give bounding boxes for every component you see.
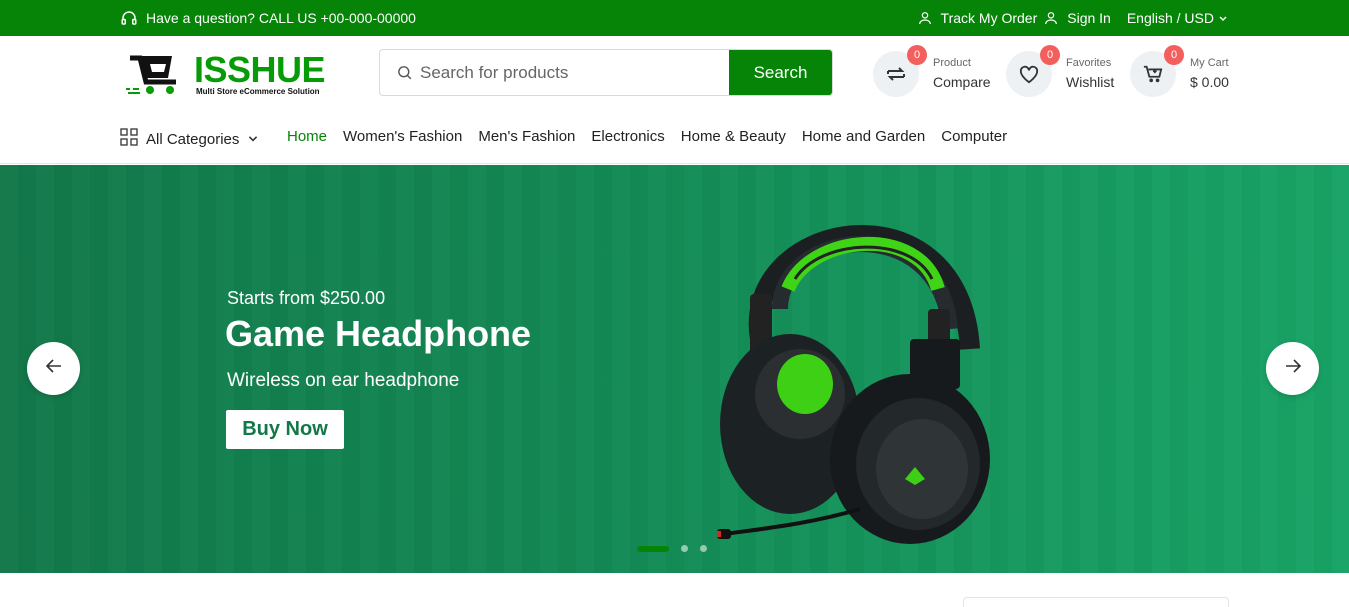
nav-item-home-garden[interactable]: Home and Garden [802,128,925,145]
hero-slider: Starts from $250.00 Game Headphone Wirel… [0,165,1349,573]
slider-pagination [637,545,707,552]
sign-in-link[interactable]: Sign In [1043,10,1111,26]
slider-dot[interactable] [681,545,688,552]
cart-small-label: My Cart [1190,57,1229,69]
compare-arrows-icon [887,67,905,81]
site-logo[interactable]: ISSHUE Multi Store eCommerce Solution [124,50,334,98]
hero-title: Game Headphone [225,313,532,354]
headphone-image [717,224,990,544]
slider-dot[interactable] [637,545,669,552]
arrow-right-icon [1284,357,1302,380]
contact-info: Have a question? CALL US +00-000-00000 [120,0,416,36]
user-icon [1043,10,1059,26]
search-icon [380,50,420,95]
search-button[interactable]: Search [729,50,832,95]
heart-icon [1019,65,1039,84]
logo-brand: ISSHUE [194,49,326,90]
cart-button[interactable]: 0 My Cart $ 0.00 [1130,45,1229,98]
compare-icon-wrap: 0 [873,45,927,97]
track-order-link[interactable]: Track My Order [917,10,1038,26]
all-categories-dropdown[interactable]: All Categories [120,128,259,150]
language-currency-selector[interactable]: English / USD [1127,10,1228,26]
slider-dot[interactable] [700,545,707,552]
cart-icon-wrap: 0 [1130,45,1184,97]
buy-now-button[interactable]: Buy Now [226,410,344,449]
logo-tagline: Multi Store eCommerce Solution [196,87,320,96]
site-header: ISSHUE Multi Store eCommerce Solution Se… [0,36,1349,112]
nav-item-electronics[interactable]: Electronics [591,128,664,145]
nav-item-computer[interactable]: Computer [941,128,1007,145]
compare-small-label: Product [933,57,971,69]
compare-count-badge: 0 [907,45,927,65]
wishlist-icon-wrap: 0 [1006,45,1060,97]
cart-total: $ 0.00 [1190,74,1229,90]
hero-kicker: Starts from $250.00 [227,288,386,308]
nav-item-home-beauty[interactable]: Home & Beauty [681,128,786,145]
language-label: English / USD [1126,10,1214,26]
all-categories-label: All Categories [146,130,240,148]
slider-next-button[interactable] [1266,342,1319,395]
nav-item-mens-fashion[interactable]: Men's Fashion [478,128,575,145]
chevron-down-icon [1218,13,1228,23]
cart-count-badge: 0 [1164,45,1184,65]
arrow-left-icon [45,357,63,380]
wishlist-button[interactable]: 0 Favorites Wishlist [1006,45,1115,98]
sign-in-label: Sign In [1067,10,1111,26]
contact-text: Have a question? CALL US +00-000-00000 [146,10,416,26]
content-card-edge [963,597,1229,607]
compare-button[interactable]: 0 Product Compare [873,45,991,98]
cart-logo-icon [126,55,176,94]
top-bar: Have a question? CALL US +00-000-00000 T… [0,0,1349,36]
grid-icon [120,128,138,150]
main-nav: All Categories Home Women's Fashion Men'… [0,112,1349,164]
cart-icon [1143,65,1163,83]
compare-label: Compare [933,74,991,90]
headset-icon [120,9,138,27]
wishlist-count-badge: 0 [1040,45,1060,65]
nav-item-womens-fashion[interactable]: Women's Fashion [343,128,462,145]
search-input[interactable] [420,50,729,95]
hero-subtitle: Wireless on ear headphone [227,370,460,391]
wishlist-small-label: Favorites [1066,57,1112,69]
search-bar: Search [379,49,833,96]
chevron-down-icon [247,131,259,148]
nav-menu: Home Women's Fashion Men's Fashion Elect… [287,128,1007,145]
track-order-label: Track My Order [940,10,1038,26]
nav-item-home[interactable]: Home [287,128,327,145]
wishlist-label: Wishlist [1066,74,1115,90]
user-icon [917,10,933,26]
slider-prev-button[interactable] [27,342,80,395]
